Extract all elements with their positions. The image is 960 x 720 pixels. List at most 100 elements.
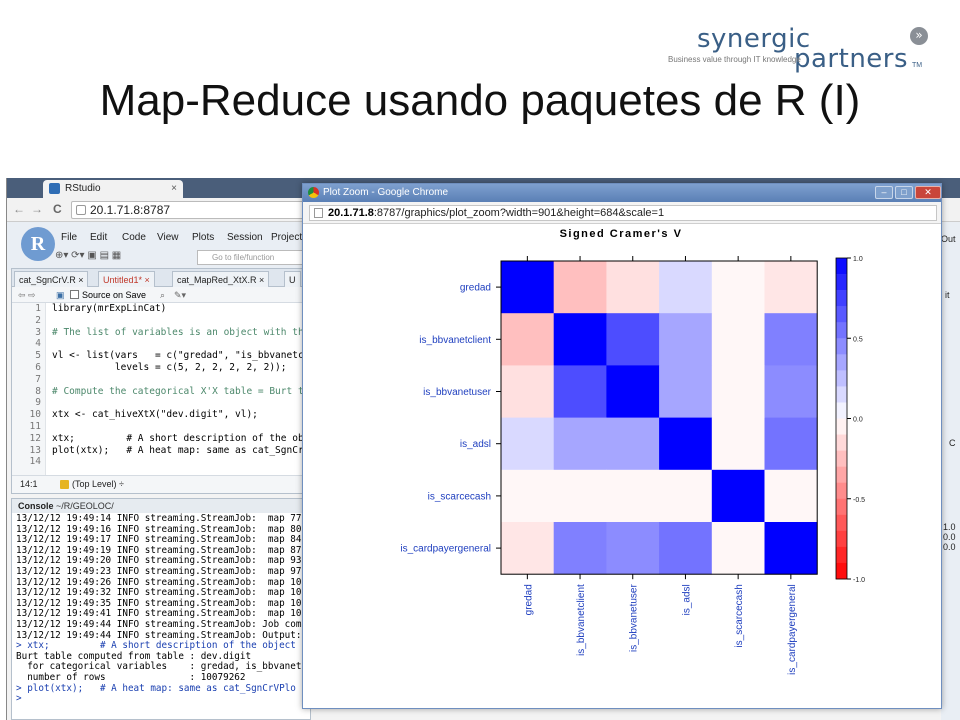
colorbar-tick-label: -1.0 — [853, 577, 865, 584]
heatmap-cell — [764, 469, 818, 523]
popup-url-host: 20.1.71.8 — [328, 207, 374, 219]
right-panel-fragment: it — [945, 290, 950, 300]
right-panel-val-1: 1.0 — [943, 522, 956, 532]
tab-cat-mapred-xtx[interactable]: cat_MapRed_XtX.R × — [172, 271, 270, 287]
colorbar-step — [836, 546, 847, 564]
colorbar-step — [836, 338, 847, 355]
back-icon[interactable]: ← — [13, 202, 25, 216]
console-label: Console — [18, 501, 54, 511]
save-icon[interactable]: ▣ — [56, 287, 65, 303]
code-line: xtx; # A short description of the ob — [52, 432, 304, 444]
url-field[interactable]: 20.1.71.8:8787 — [71, 201, 311, 219]
column-label: is_adsl — [681, 584, 692, 615]
code-line: vl <- list(vars = c("gredad", "is_bbvane… — [52, 350, 310, 362]
line-number: 11 — [29, 420, 41, 432]
heatmap-cell — [764, 313, 818, 366]
tab-cat-sgncrv[interactable]: cat_SgnCrV.R × — [14, 271, 89, 287]
column-label: is_scarcecash — [734, 584, 745, 647]
colorbar-step — [836, 306, 847, 323]
colorbar-step — [836, 466, 847, 483]
source-on-save-checkbox[interactable] — [70, 290, 79, 299]
line-number: 3 — [35, 326, 41, 338]
code-line: # The list of variables is an object wit… — [52, 326, 310, 338]
console-line: 13/12/12 19:49:14 INFO streaming.StreamJ… — [16, 513, 302, 524]
new-file-icon[interactable]: ⊕▾ ⟳▾ ▣ ▤ ▦ — [55, 250, 121, 261]
colorbar-tick-label: 1.0 — [853, 256, 863, 263]
line-number: 2 — [35, 314, 41, 326]
popup-titlebar[interactable]: Plot Zoom - Google Chrome – □ ✕ — [303, 184, 941, 202]
colorbar-step — [836, 530, 847, 548]
right-panel-val-2: 0.0 — [943, 532, 956, 542]
colorbar-step — [836, 370, 847, 387]
minimize-button[interactable]: – — [875, 186, 893, 199]
popup-url-path: :8787/graphics/plot_zoom?width=901&heigh… — [373, 207, 665, 219]
heatmap-cell — [711, 261, 765, 314]
reload-icon[interactable]: C — [53, 202, 62, 216]
search-icon[interactable]: ⌕ — [160, 287, 165, 303]
right-panel-out[interactable]: Out — [941, 234, 956, 244]
wand-icon[interactable]: ✎▾ — [174, 287, 186, 303]
column-label: is_bbvanetuser — [629, 584, 640, 652]
heatmap-cell — [659, 417, 713, 471]
right-panel-val-3: 0.0 — [943, 542, 956, 552]
line-number: 14 — [29, 456, 41, 468]
menu-edit[interactable]: Edit — [90, 232, 107, 243]
colorbar-step — [836, 450, 847, 467]
heatmap-cell — [659, 365, 713, 418]
line-number: 10 — [29, 409, 41, 421]
popup-url-field[interactable]: 20.1.71.8:8787/graphics/plot_zoom?width=… — [309, 205, 937, 221]
menu-view[interactable]: View — [157, 232, 179, 243]
console-output[interactable]: 13/12/12 19:49:14 INFO streaming.StreamJ… — [16, 513, 302, 705]
colorbar-step — [836, 290, 847, 307]
menu-session[interactable]: Session — [227, 232, 263, 243]
line-number: 13 — [29, 444, 41, 456]
heatmap-cell — [764, 261, 818, 314]
heatmap-cell — [553, 365, 607, 418]
heatmap-cell — [711, 522, 765, 575]
code-line: # Compute the categorical X'X table = Bu… — [52, 385, 310, 397]
heatmap-cell — [659, 469, 713, 523]
colorbar-step — [836, 562, 847, 580]
scope-icon — [60, 480, 69, 489]
heatmap-cell — [606, 365, 660, 418]
colorbar-step — [836, 514, 847, 532]
tab-untitled1[interactable]: Untitled1* × — [98, 271, 155, 287]
close-tab-icon[interactable]: × — [171, 180, 177, 198]
scope-selector[interactable]: (Top Level) ÷ — [72, 476, 124, 493]
menu-plots[interactable]: Plots — [192, 232, 214, 243]
tab-truncated[interactable]: U — [284, 271, 301, 287]
heatmap-cell — [501, 261, 555, 314]
source-on-save-label: Source on Save — [82, 290, 147, 300]
console-line: 13/12/12 19:49:23 INFO streaming.StreamJ… — [16, 565, 302, 577]
console-pane: Console ~/R/GEOLOC/ 13/12/12 19:49:14 IN… — [11, 498, 311, 720]
right-panel-c[interactable]: C — [949, 438, 956, 448]
nav-arrows-icon[interactable]: ⇦ ⇨ — [18, 287, 36, 303]
console-line: > — [16, 693, 22, 705]
heatmap-cell — [501, 365, 555, 418]
colorbar-step — [836, 402, 847, 419]
go-to-file-input[interactable]: Go to file/function — [197, 250, 309, 265]
console-path: ~/R/GEOLOC/ — [56, 501, 114, 511]
colorbar-step — [836, 354, 847, 371]
close-button[interactable]: ✕ — [915, 186, 941, 199]
browser-tab-rstudio[interactable]: RStudio × — [43, 180, 183, 198]
right-panel-edge: Out it C 1.0 0.0 0.0 — [941, 222, 960, 720]
menu-project[interactable]: Project — [271, 232, 302, 243]
heatmap-cell — [659, 522, 713, 575]
column-label: is_cardpayergeneral — [787, 584, 798, 675]
slide-title: Map-Reduce usando paquetes de R (I) — [99, 76, 861, 125]
forward-icon[interactable]: → — [31, 202, 43, 216]
editor-statusbar: 14:1 (Top Level) ÷ — [12, 475, 310, 493]
menu-code[interactable]: Code — [122, 232, 146, 243]
colorbar-step — [836, 498, 847, 516]
line-number: 4 — [35, 338, 41, 350]
logo-word-bottom: partners — [794, 44, 909, 74]
menu-file[interactable]: File — [61, 232, 77, 243]
heatmap-cell — [501, 417, 555, 471]
line-number: 12 — [29, 432, 41, 444]
maximize-button[interactable]: □ — [895, 186, 913, 199]
code-area[interactable]: 1 2 3 4 5 6 7 8 9 10 11 12 13 14 library(mrExpLinCat)… — [12, 303, 310, 477]
code-line: xtx <- cat_hiveXtX("dev.digit", vl); — [52, 409, 258, 421]
